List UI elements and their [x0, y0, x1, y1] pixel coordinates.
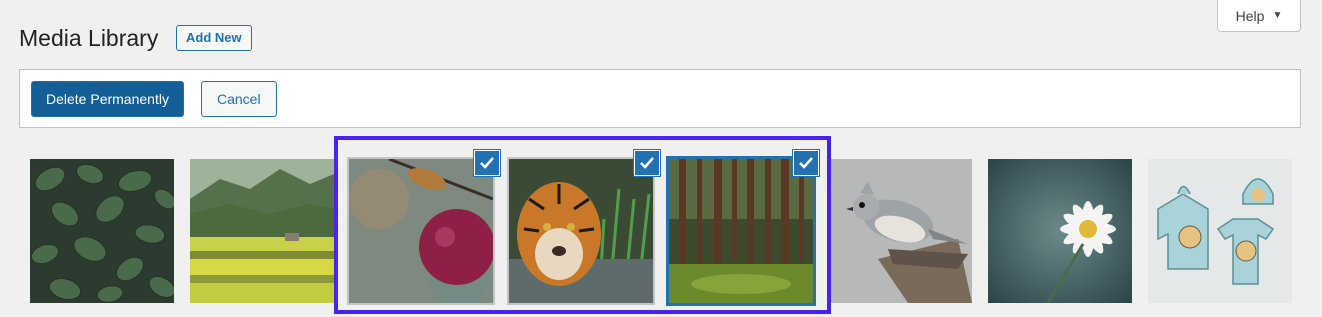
- clothing-image: [1148, 159, 1292, 303]
- attachment-thumbnail-daisy[interactable]: [988, 159, 1132, 303]
- caret-down-icon: ▼: [1272, 10, 1283, 21]
- attachment-thumbnail-apple[interactable]: [347, 157, 495, 305]
- attachment-thumbnail-fields[interactable]: [190, 159, 334, 303]
- attachment-thumbnail-tiger[interactable]: [507, 157, 655, 305]
- cancel-button[interactable]: Cancel: [201, 81, 277, 117]
- attachment-thumbnail-bird[interactable]: [828, 159, 972, 303]
- help-label: Help: [1235, 7, 1265, 24]
- daisy-image: [988, 159, 1132, 303]
- apple-image: [349, 159, 493, 303]
- forest-image: [669, 159, 813, 303]
- attachment-thumbnail-forest[interactable]: [666, 156, 816, 306]
- attachment-thumbnail-clothing[interactable]: [1148, 159, 1292, 303]
- delete-permanently-button[interactable]: Delete Permanently: [31, 81, 184, 117]
- checkmark-icon[interactable]: [793, 150, 819, 176]
- checkmark-icon[interactable]: [474, 150, 500, 176]
- leaves-image: [30, 159, 174, 303]
- tiger-image: [509, 159, 653, 303]
- bird-image: [828, 159, 972, 303]
- bulk-select-toolbar: Delete Permanently Cancel: [19, 69, 1301, 128]
- checkmark-icon[interactable]: [634, 150, 660, 176]
- help-tab-button[interactable]: Help ▼: [1217, 0, 1301, 32]
- fields-image: [190, 159, 334, 303]
- add-new-button[interactable]: Add New: [176, 25, 252, 51]
- attachment-thumbnail-leaves[interactable]: [30, 159, 174, 303]
- media-library-page: Help ▼ Media Library Add New Delete Perm…: [0, 0, 1322, 317]
- page-title: Media Library: [19, 25, 159, 51]
